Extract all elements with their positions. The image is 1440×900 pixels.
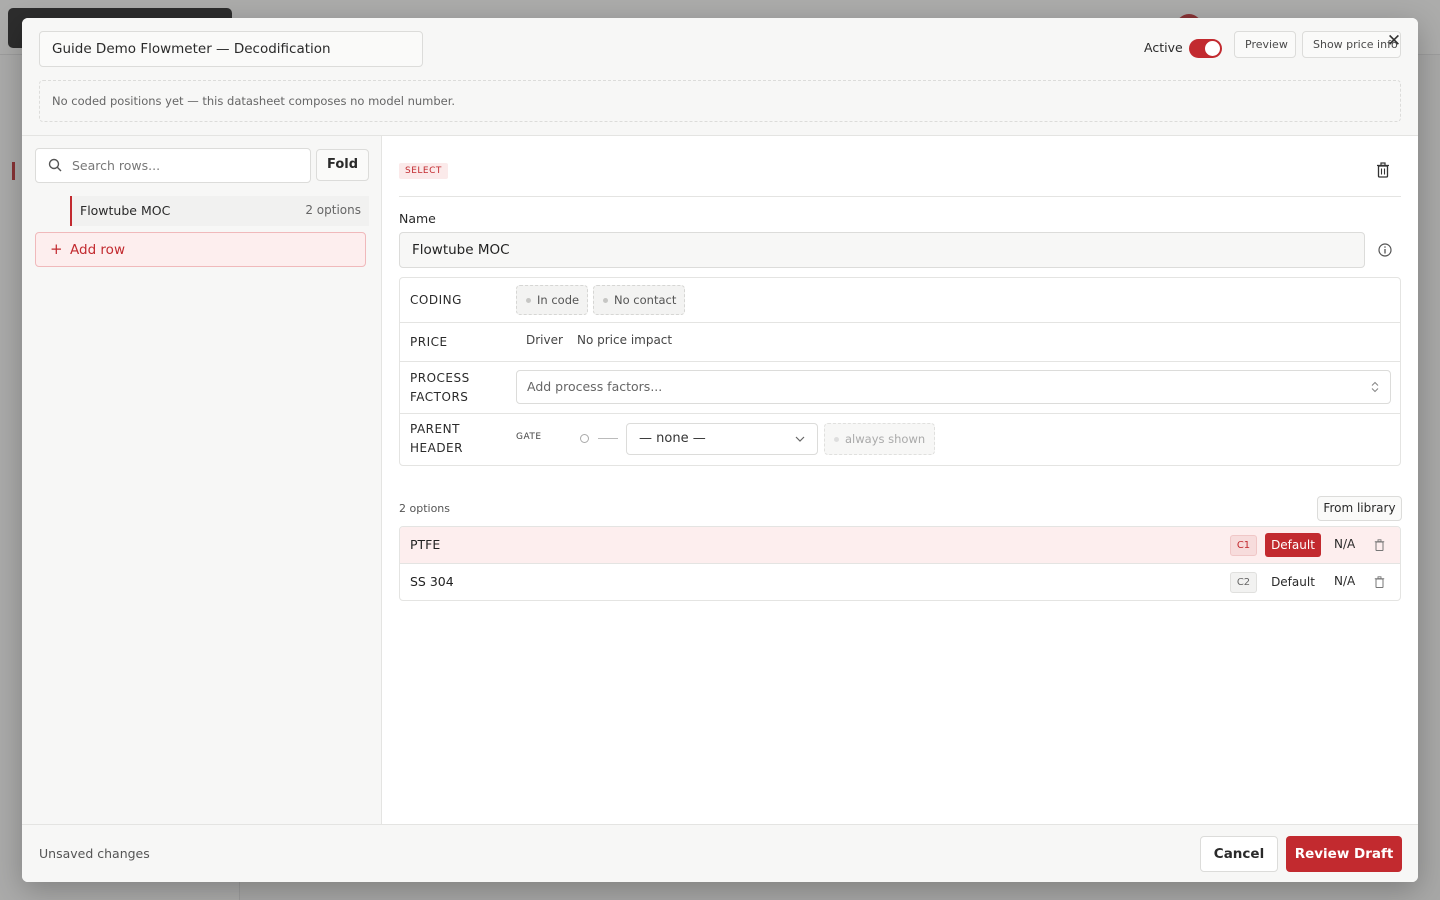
default-toggle-button[interactable]: Default — [1265, 533, 1321, 557]
info-icon[interactable] — [1378, 243, 1392, 257]
parent-header-select[interactable]: — none — — [626, 423, 818, 455]
modal-footer: Unsaved changes Cancel Review Draft — [22, 824, 1418, 882]
coding-row: CODING In code No contact — [400, 278, 1400, 323]
gate-label: GATE — [516, 432, 542, 442]
plus-icon: + — [50, 240, 63, 258]
row-item-count: 2 options — [305, 203, 361, 217]
chevron-down-icon — [795, 436, 805, 442]
gate-dash — [598, 438, 618, 439]
sidebar-row-item[interactable]: Flowtube MOC 2 options — [70, 196, 369, 226]
price-row: PRICE Driver No price impact — [400, 323, 1400, 362]
process-factors-label: PROCESS FACTORS — [410, 371, 470, 404]
row-item-name: Flowtube MOC — [80, 203, 171, 218]
delete-row-trash-icon[interactable] — [1376, 162, 1390, 178]
option-row[interactable]: SS 304 C2 Default N/A — [400, 564, 1400, 600]
process-factors-select[interactable]: Add process factors... — [516, 370, 1391, 404]
no-contact-pill[interactable]: No contact — [593, 285, 686, 315]
search-rows-input[interactable] — [72, 149, 302, 182]
parent-header-row: PARENT HEADER GATE — none — always shown — [400, 414, 1400, 465]
option-code-badge[interactable]: C1 — [1230, 535, 1257, 556]
option-row[interactable]: PTFE C1 Default N/A — [400, 527, 1400, 564]
rows-panel: Fold Flowtube MOC 2 options + Add row — [22, 136, 382, 824]
fold-button[interactable]: Fold — [316, 149, 369, 181]
name-label: Name — [399, 211, 436, 226]
active-toggle[interactable] — [1189, 39, 1222, 58]
row-name-input[interactable]: Flowtube MOC — [399, 232, 1365, 268]
in-code-pill[interactable]: In code — [516, 285, 589, 315]
delete-option-trash-icon[interactable] — [1374, 539, 1385, 551]
up-down-chevron-icon — [1371, 381, 1379, 393]
row-editor: SELECT Name Flowtube MOC CODING In code … — [382, 136, 1418, 824]
na-toggle[interactable]: N/A — [1334, 537, 1355, 551]
parent-header-label: PARENT HEADER — [410, 422, 463, 455]
process-factors-placeholder: Add process factors... — [527, 379, 663, 394]
search-box — [35, 148, 311, 183]
default-toggle-button[interactable]: Default — [1265, 570, 1321, 594]
review-draft-button[interactable]: Review Draft — [1286, 836, 1402, 872]
option-name: SS 304 — [410, 574, 454, 589]
delete-option-trash-icon[interactable] — [1374, 576, 1385, 588]
active-label: Active — [1144, 40, 1183, 55]
options-list: PTFE C1 Default N/A SS 304 C2 Default N/… — [399, 526, 1401, 601]
modal-header: Guide Demo Flowmeter — Decodification Ac… — [22, 18, 1418, 136]
coding-label: CODING — [410, 293, 462, 307]
unsaved-changes-status: Unsaved changes — [39, 846, 150, 861]
search-icon — [48, 158, 62, 172]
parent-header-value: — none — — [639, 431, 706, 446]
price-impact[interactable]: No price impact — [577, 333, 672, 347]
price-label: PRICE — [410, 335, 448, 349]
row-properties-table: CODING In code No contact PRICE Driver N… — [399, 277, 1401, 466]
close-icon[interactable]: ✕ — [1386, 32, 1402, 50]
price-driver[interactable]: Driver — [526, 333, 563, 347]
decodification-modal: Guide Demo Flowmeter — Decodification Ac… — [22, 18, 1418, 882]
always-shown-pill: always shown — [824, 423, 936, 455]
options-count: 2 options — [399, 502, 451, 515]
section-divider — [399, 196, 1401, 197]
cancel-button[interactable]: Cancel — [1200, 836, 1278, 872]
gate-circle-icon[interactable] — [580, 434, 589, 443]
datasheet-title-input[interactable]: Guide Demo Flowmeter — Decodification — [39, 31, 423, 67]
coding-notice: No coded positions yet — this datasheet … — [39, 80, 1401, 122]
option-name: PTFE — [410, 537, 441, 552]
add-row-button[interactable]: + Add row — [35, 232, 366, 267]
process-factors-row: PROCESS FACTORS Add process factors... — [400, 362, 1400, 414]
row-type-badge: SELECT — [399, 163, 448, 179]
option-code-badge[interactable]: C2 — [1230, 572, 1257, 593]
from-library-button[interactable]: From library — [1317, 496, 1402, 521]
add-row-label: Add row — [70, 242, 125, 258]
preview-button[interactable]: Preview — [1234, 31, 1296, 58]
na-toggle[interactable]: N/A — [1334, 574, 1355, 588]
